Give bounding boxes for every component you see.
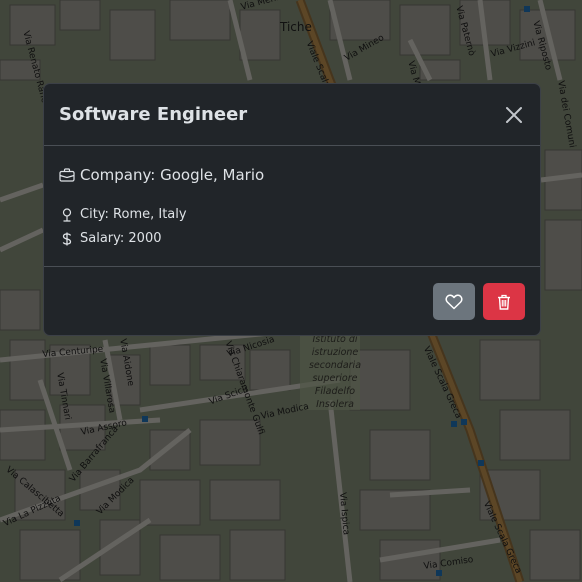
close-button[interactable] [503, 104, 525, 126]
modal-header: Software Engineer [44, 84, 540, 146]
briefcase-icon [59, 168, 75, 182]
trash-icon [498, 294, 510, 310]
job-details-modal: Software Engineer Company: Google, Mario [43, 83, 541, 336]
dollar-icon [59, 232, 75, 246]
salary-row: Salary: 2000 [59, 231, 162, 246]
location-pin-icon [59, 207, 75, 222]
salary-text: Salary: 2000 [80, 231, 162, 246]
modal-body: Company: Google, Mario City: Rome, Italy… [44, 146, 540, 267]
city-text: City: Rome, Italy [80, 207, 187, 222]
heart-icon [445, 294, 463, 309]
close-icon [506, 106, 522, 123]
modal-footer [44, 267, 540, 335]
city-row: City: Rome, Italy [59, 207, 187, 222]
modal-title: Software Engineer [59, 104, 248, 125]
delete-button[interactable] [483, 283, 525, 320]
company-text: Company: Google, Mario [80, 166, 265, 184]
company-row: Company: Google, Mario [59, 166, 264, 184]
favorite-button[interactable] [433, 283, 475, 320]
